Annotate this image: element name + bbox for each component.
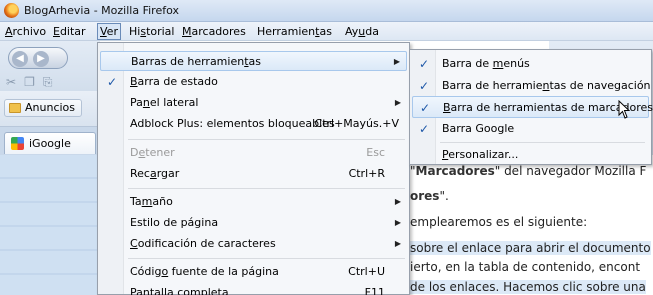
submenu-arrow-icon: ▶	[394, 98, 401, 107]
bookmarks-toolbar: Anuncios	[0, 91, 100, 127]
page-text-line: emplearemos es el siguiente:	[410, 215, 588, 229]
bookmark-anuncios[interactable]: Anuncios	[4, 99, 83, 117]
toolbars-submenu: ✓ Barra de menús ✓ Barra de herramientas…	[409, 49, 653, 166]
view-menu-dropdown: Barras de herramientas ▶ ✓ Barra de esta…	[97, 42, 410, 295]
page-text-line: ierto, en la tabla de contenido, encont	[410, 260, 641, 274]
check-icon: ✓	[107, 75, 118, 89]
check-icon: ✓	[419, 122, 430, 136]
menu-item-reload[interactable]: Recargar Ctrl+R	[100, 164, 407, 184]
menu-separator	[128, 139, 405, 140]
menu-item-adblock[interactable]: Adblock Plus: elementos bloqueables Ctrl…	[100, 114, 407, 134]
window-title: BlogArhevia - Mozilla Firefox	[24, 4, 179, 17]
menu-item-page-style[interactable]: Estilo de página ▶	[100, 213, 407, 233]
menu-bar: Archivo Editar Ver Historial Marcadores …	[0, 22, 653, 41]
check-icon: ✓	[419, 57, 430, 71]
submenu-item-google-toolbar[interactable]: ✓ Barra Google	[412, 118, 649, 140]
submenu-item-customize[interactable]: Personalizar...	[412, 144, 649, 166]
menu-item-toolbars[interactable]: Barras de herramientas ▶	[100, 51, 407, 71]
menu-ayuda[interactable]: Ayuda	[343, 24, 381, 39]
tab-strip: iGoogle	[0, 127, 100, 155]
title-bar: BlogArhevia - Mozilla Firefox	[0, 0, 653, 22]
forward-arrow-icon[interactable]: ▶	[33, 51, 49, 67]
menu-editar[interactable]: Editar	[51, 24, 88, 39]
menu-item-status-bar[interactable]: ✓ Barra de estado	[100, 72, 407, 92]
page-text-line: ores".	[410, 189, 449, 203]
page-text-line: "Marcadores" del navegador Mozilla F	[410, 164, 647, 178]
menu-separator	[128, 188, 405, 189]
toolbar-icons: ✂❐⎘	[6, 75, 60, 90]
check-icon: ✓	[419, 79, 430, 93]
submenu-item-menu-bar[interactable]: ✓ Barra de menús	[412, 53, 649, 75]
menu-archivo[interactable]: Archivo	[3, 24, 48, 39]
menu-historial[interactable]: Historial	[127, 24, 176, 39]
firefox-icon	[4, 3, 19, 18]
paste-icon[interactable]: ⎘	[43, 75, 61, 89]
submenu-arrow-icon: ▶	[394, 239, 401, 248]
menu-separator	[440, 142, 645, 143]
menu-item-stop: Detener Esc	[130, 146, 385, 159]
menu-item-sidebar[interactable]: Panel lateral ▶	[100, 93, 407, 113]
submenu-arrow-icon: ▶	[393, 57, 400, 66]
submenu-arrow-icon: ▶	[394, 197, 401, 206]
navigation-toolbar: ◀ ▶ ✂❐⎘	[0, 41, 100, 91]
page-text-line: sobre el enlace para abrir el documento	[410, 241, 651, 255]
page-text-line: de los enlaces. Hacemos clic sobre una	[410, 280, 646, 294]
menu-ver[interactable]: Ver	[97, 23, 121, 40]
submenu-item-navigation-toolbar[interactable]: ✓ Barra de herramientas de navegación	[412, 75, 651, 97]
page-content-left	[0, 155, 100, 295]
submenu-item-bookmarks-toolbar[interactable]: ✓ Barra de herramientas de marcadores	[412, 96, 653, 118]
menu-herramientas[interactable]: Herramientas	[255, 24, 334, 39]
folder-icon	[9, 103, 21, 113]
tab-igoogle[interactable]: iGoogle	[4, 132, 96, 154]
submenu-arrow-icon: ▶	[394, 218, 401, 227]
copy-icon[interactable]: ❐	[24, 75, 43, 89]
google-icon	[11, 137, 24, 150]
cut-icon[interactable]: ✂	[6, 75, 24, 89]
check-icon: ✓	[420, 101, 431, 115]
menu-separator	[128, 258, 405, 259]
menu-marcadores[interactable]: Marcadores	[180, 24, 248, 39]
menu-item-character-encoding[interactable]: Codificación de caracteres ▶	[100, 234, 407, 254]
back-forward-buttons: ◀ ▶	[8, 47, 68, 69]
back-arrow-icon[interactable]: ◀	[12, 51, 28, 67]
menu-item-text-size[interactable]: Tamaño ▶	[100, 192, 407, 212]
menu-item-page-source[interactable]: Código fuente de la página Ctrl+U	[100, 262, 407, 282]
menu-item-full-screen[interactable]: Pantalla completa F11	[100, 283, 407, 295]
